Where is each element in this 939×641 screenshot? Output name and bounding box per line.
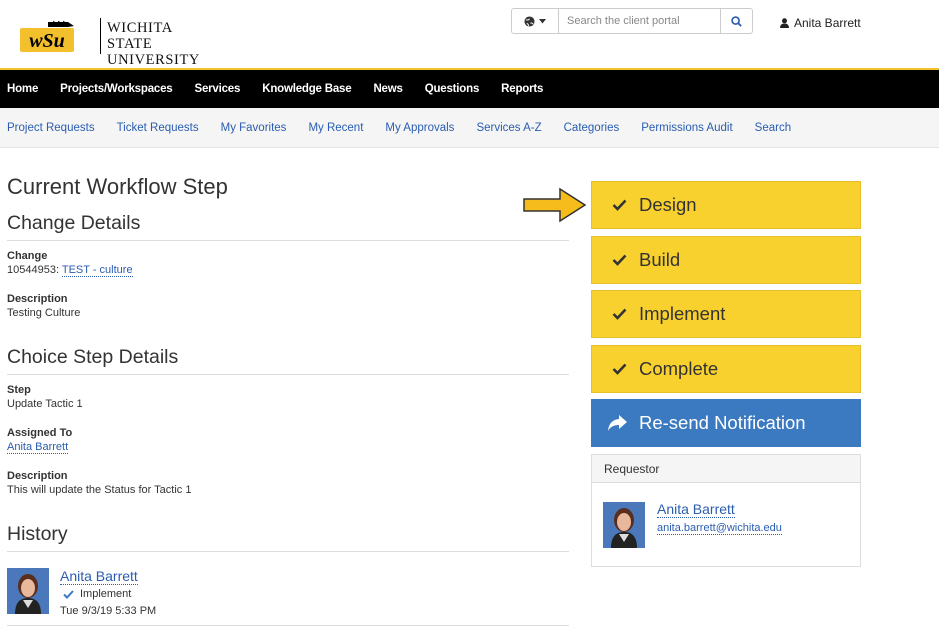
university-line-1: Wichita State xyxy=(107,20,173,52)
subnav-my-favorites[interactable]: My Favorites xyxy=(221,122,287,134)
history-timestamp: Tue 9/3/19 5:33 PM xyxy=(60,605,157,617)
search-input[interactable] xyxy=(559,8,721,34)
description-label: Description xyxy=(7,293,68,305)
page-title: Current Workflow Step xyxy=(7,174,228,199)
workflow-step-complete[interactable]: Complete xyxy=(591,345,861,393)
history-status-text: Implement xyxy=(80,588,132,600)
change-details-heading: Change Details xyxy=(7,212,569,241)
main-nav: Home Projects/Workspaces Services Knowle… xyxy=(0,70,939,108)
user-name: Anita Barrett xyxy=(794,16,861,30)
assigned-to-label: Assigned To xyxy=(7,427,73,439)
history-heading: History xyxy=(7,523,569,552)
workflow-step-label: Implement xyxy=(639,303,726,324)
subnav-categories[interactable]: Categories xyxy=(564,122,620,134)
workflow-step-build[interactable]: Build xyxy=(591,236,861,284)
university-line-2: University xyxy=(107,52,200,68)
check-icon xyxy=(63,589,74,599)
description-value: Testing Culture xyxy=(7,307,81,319)
avatar xyxy=(7,568,49,614)
nav-reports[interactable]: Reports xyxy=(501,83,543,95)
change-details-section: Change Details Change 10544953: TEST - c… xyxy=(7,212,569,319)
step-label: Step xyxy=(7,384,31,396)
nav-home[interactable]: Home xyxy=(7,83,38,95)
nav-news[interactable]: News xyxy=(373,83,402,95)
subnav-search[interactable]: Search xyxy=(755,122,791,134)
requestor-avatar xyxy=(603,502,645,548)
resend-notification-button[interactable]: Re-send Notification xyxy=(591,399,861,447)
university-name: Wichita State University xyxy=(107,20,200,68)
nav-knowledge-base[interactable]: Knowledge Base xyxy=(262,83,351,95)
wsu-logo-icon: wSu xyxy=(20,20,74,52)
choice-step-section: Choice Step Details Step Update Tactic 1… xyxy=(7,346,569,496)
workflow-step-implement[interactable]: Implement xyxy=(591,290,861,338)
choice-step-heading: Choice Step Details xyxy=(7,346,569,375)
subnav-my-approvals[interactable]: My Approvals xyxy=(385,122,454,134)
globe-icon xyxy=(524,15,535,27)
current-step-arrow-icon xyxy=(523,187,587,223)
check-icon xyxy=(612,254,627,266)
search-icon xyxy=(731,15,742,27)
change-id: 10544953: xyxy=(7,264,59,276)
step-value: Update Tactic 1 xyxy=(7,398,83,410)
subnav-services-a-z[interactable]: Services A-Z xyxy=(476,122,541,134)
assigned-to-link[interactable]: Anita Barrett xyxy=(7,441,69,454)
subnav-permissions-audit[interactable]: Permissions Audit xyxy=(641,122,732,134)
subnav-my-recent[interactable]: My Recent xyxy=(308,122,363,134)
person-photo-icon xyxy=(603,502,645,548)
nav-services[interactable]: Services xyxy=(194,83,240,95)
requestor-heading: Requestor xyxy=(592,455,860,483)
caret-down-icon xyxy=(539,18,546,23)
check-icon xyxy=(612,308,627,320)
resend-label: Re-send Notification xyxy=(639,412,806,433)
workflow-step-label: Complete xyxy=(639,358,719,379)
nav-questions[interactable]: Questions xyxy=(425,83,480,95)
svg-text:wSu: wSu xyxy=(29,30,65,52)
history-user-link[interactable]: Anita Barrett xyxy=(60,568,138,585)
logo-divider xyxy=(100,18,101,54)
workflow-step-design[interactable]: Design xyxy=(591,181,861,229)
person-photo-icon xyxy=(7,568,49,614)
history-entry: Anita Barrett Implement Tue 9/3/19 5:33 … xyxy=(7,566,569,626)
user-menu[interactable]: Anita Barrett xyxy=(780,16,861,30)
history-section: History xyxy=(7,523,569,552)
step-description-value: This will update the Status for Tactic 1 xyxy=(7,484,192,496)
user-icon xyxy=(780,18,789,28)
step-description-label: Description xyxy=(7,470,68,482)
site-header: wSu Wichita State University Anita Barre… xyxy=(0,0,939,68)
nav-projects-workspaces[interactable]: Projects/Workspaces xyxy=(60,83,173,95)
change-value: 10544953: TEST - culture xyxy=(7,264,569,277)
workflow-step-label: Design xyxy=(639,194,697,215)
search-bar xyxy=(511,8,753,34)
sub-nav: Project Requests Ticket Requests My Favo… xyxy=(0,108,939,148)
requestor-panel: Requestor Anita Barrett anita.barrett@wi… xyxy=(591,454,861,567)
workflow-step-label: Build xyxy=(639,249,681,270)
history-status: Implement xyxy=(63,588,131,600)
change-link[interactable]: TEST - culture xyxy=(61,264,133,277)
requestor-email-link[interactable]: anita.barrett@wichita.edu xyxy=(657,522,782,535)
change-label: Change xyxy=(7,250,48,262)
check-icon xyxy=(612,199,627,211)
share-arrow-icon xyxy=(608,414,627,431)
search-button[interactable] xyxy=(721,8,753,34)
wsu-logo[interactable]: wSu Wichita State University xyxy=(18,16,199,68)
subnav-project-requests[interactable]: Project Requests xyxy=(7,122,95,134)
requestor-name-link[interactable]: Anita Barrett xyxy=(657,501,735,518)
search-scope-dropdown[interactable] xyxy=(511,8,559,34)
check-icon xyxy=(612,363,627,375)
subnav-ticket-requests[interactable]: Ticket Requests xyxy=(117,122,199,134)
